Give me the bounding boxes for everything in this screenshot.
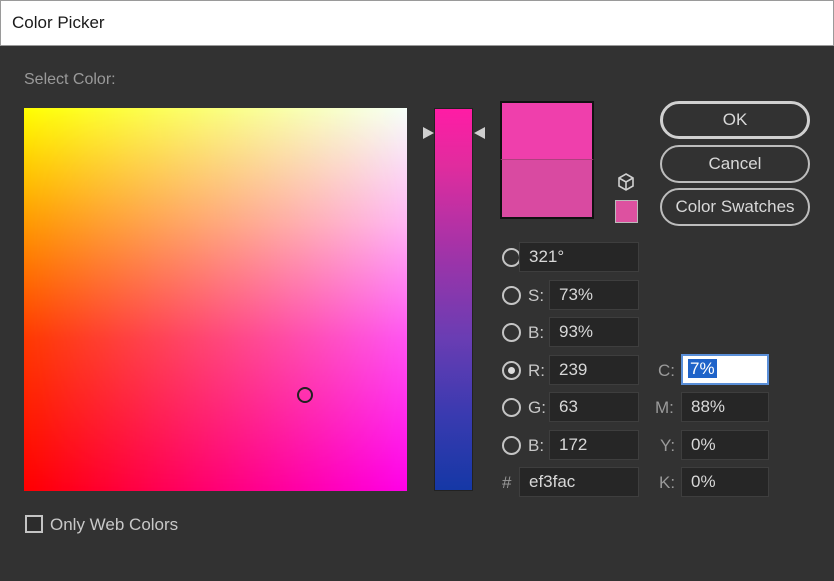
window-title: Color Picker <box>12 13 105 32</box>
brightness-input[interactable]: 93% <box>549 317 639 347</box>
slider-left-arrow-icon[interactable] <box>423 127 434 139</box>
hue-slider[interactable] <box>434 108 473 491</box>
yellow-input[interactable]: 0% <box>681 430 769 460</box>
blue-radio[interactable] <box>502 436 521 455</box>
title-bar: Color Picker <box>0 0 834 46</box>
color-field-overlay <box>24 108 407 491</box>
ok-button[interactable]: OK <box>660 101 810 139</box>
cube-icon[interactable] <box>616 172 636 192</box>
hex-input[interactable]: ef3fac <box>519 467 639 497</box>
color-field[interactable] <box>24 108 407 491</box>
hex-label: # <box>502 473 512 492</box>
red-label: R: <box>528 361 545 380</box>
saturation-input[interactable]: 73% <box>549 280 639 310</box>
only-web-colors-checkbox[interactable] <box>25 515 43 533</box>
color-field-marker[interactable] <box>297 387 313 403</box>
hue-input[interactable]: 321° <box>519 242 639 272</box>
color-swatches-button[interactable]: Color Swatches <box>660 188 810 226</box>
saturation-radio[interactable] <box>502 286 521 305</box>
radio-selected-dot <box>508 367 515 374</box>
red-radio[interactable] <box>502 361 521 380</box>
brightness-radio[interactable] <box>502 323 521 342</box>
black-label: K: <box>659 473 676 492</box>
blue-label: B: <box>528 436 545 455</box>
black-input[interactable]: 0% <box>681 467 769 497</box>
original-color-swatch[interactable] <box>500 159 594 219</box>
only-web-colors-label[interactable]: Only Web Colors <box>50 515 178 535</box>
select-color-label: Select Color: <box>24 71 116 88</box>
cancel-button[interactable]: Cancel <box>660 145 810 183</box>
cyan-label: C: <box>658 361 675 380</box>
green-radio[interactable] <box>502 398 521 417</box>
red-input[interactable]: 239 <box>549 355 639 385</box>
yellow-label: Y: <box>660 436 676 455</box>
brightness-label: B: <box>528 323 545 342</box>
cyan-input[interactable]: 7% <box>681 354 769 385</box>
blue-input[interactable]: 172 <box>549 430 639 460</box>
web-safe-swatch[interactable] <box>615 200 638 223</box>
green-input[interactable]: 63 <box>549 392 639 422</box>
new-color-swatch <box>500 101 594 159</box>
saturation-label: S: <box>528 286 545 305</box>
magenta-input[interactable]: 88% <box>681 392 769 422</box>
magenta-label: M: <box>655 398 674 417</box>
cyan-value: 7% <box>688 359 717 378</box>
slider-right-arrow-icon[interactable] <box>474 127 485 139</box>
green-label: G: <box>528 398 546 417</box>
